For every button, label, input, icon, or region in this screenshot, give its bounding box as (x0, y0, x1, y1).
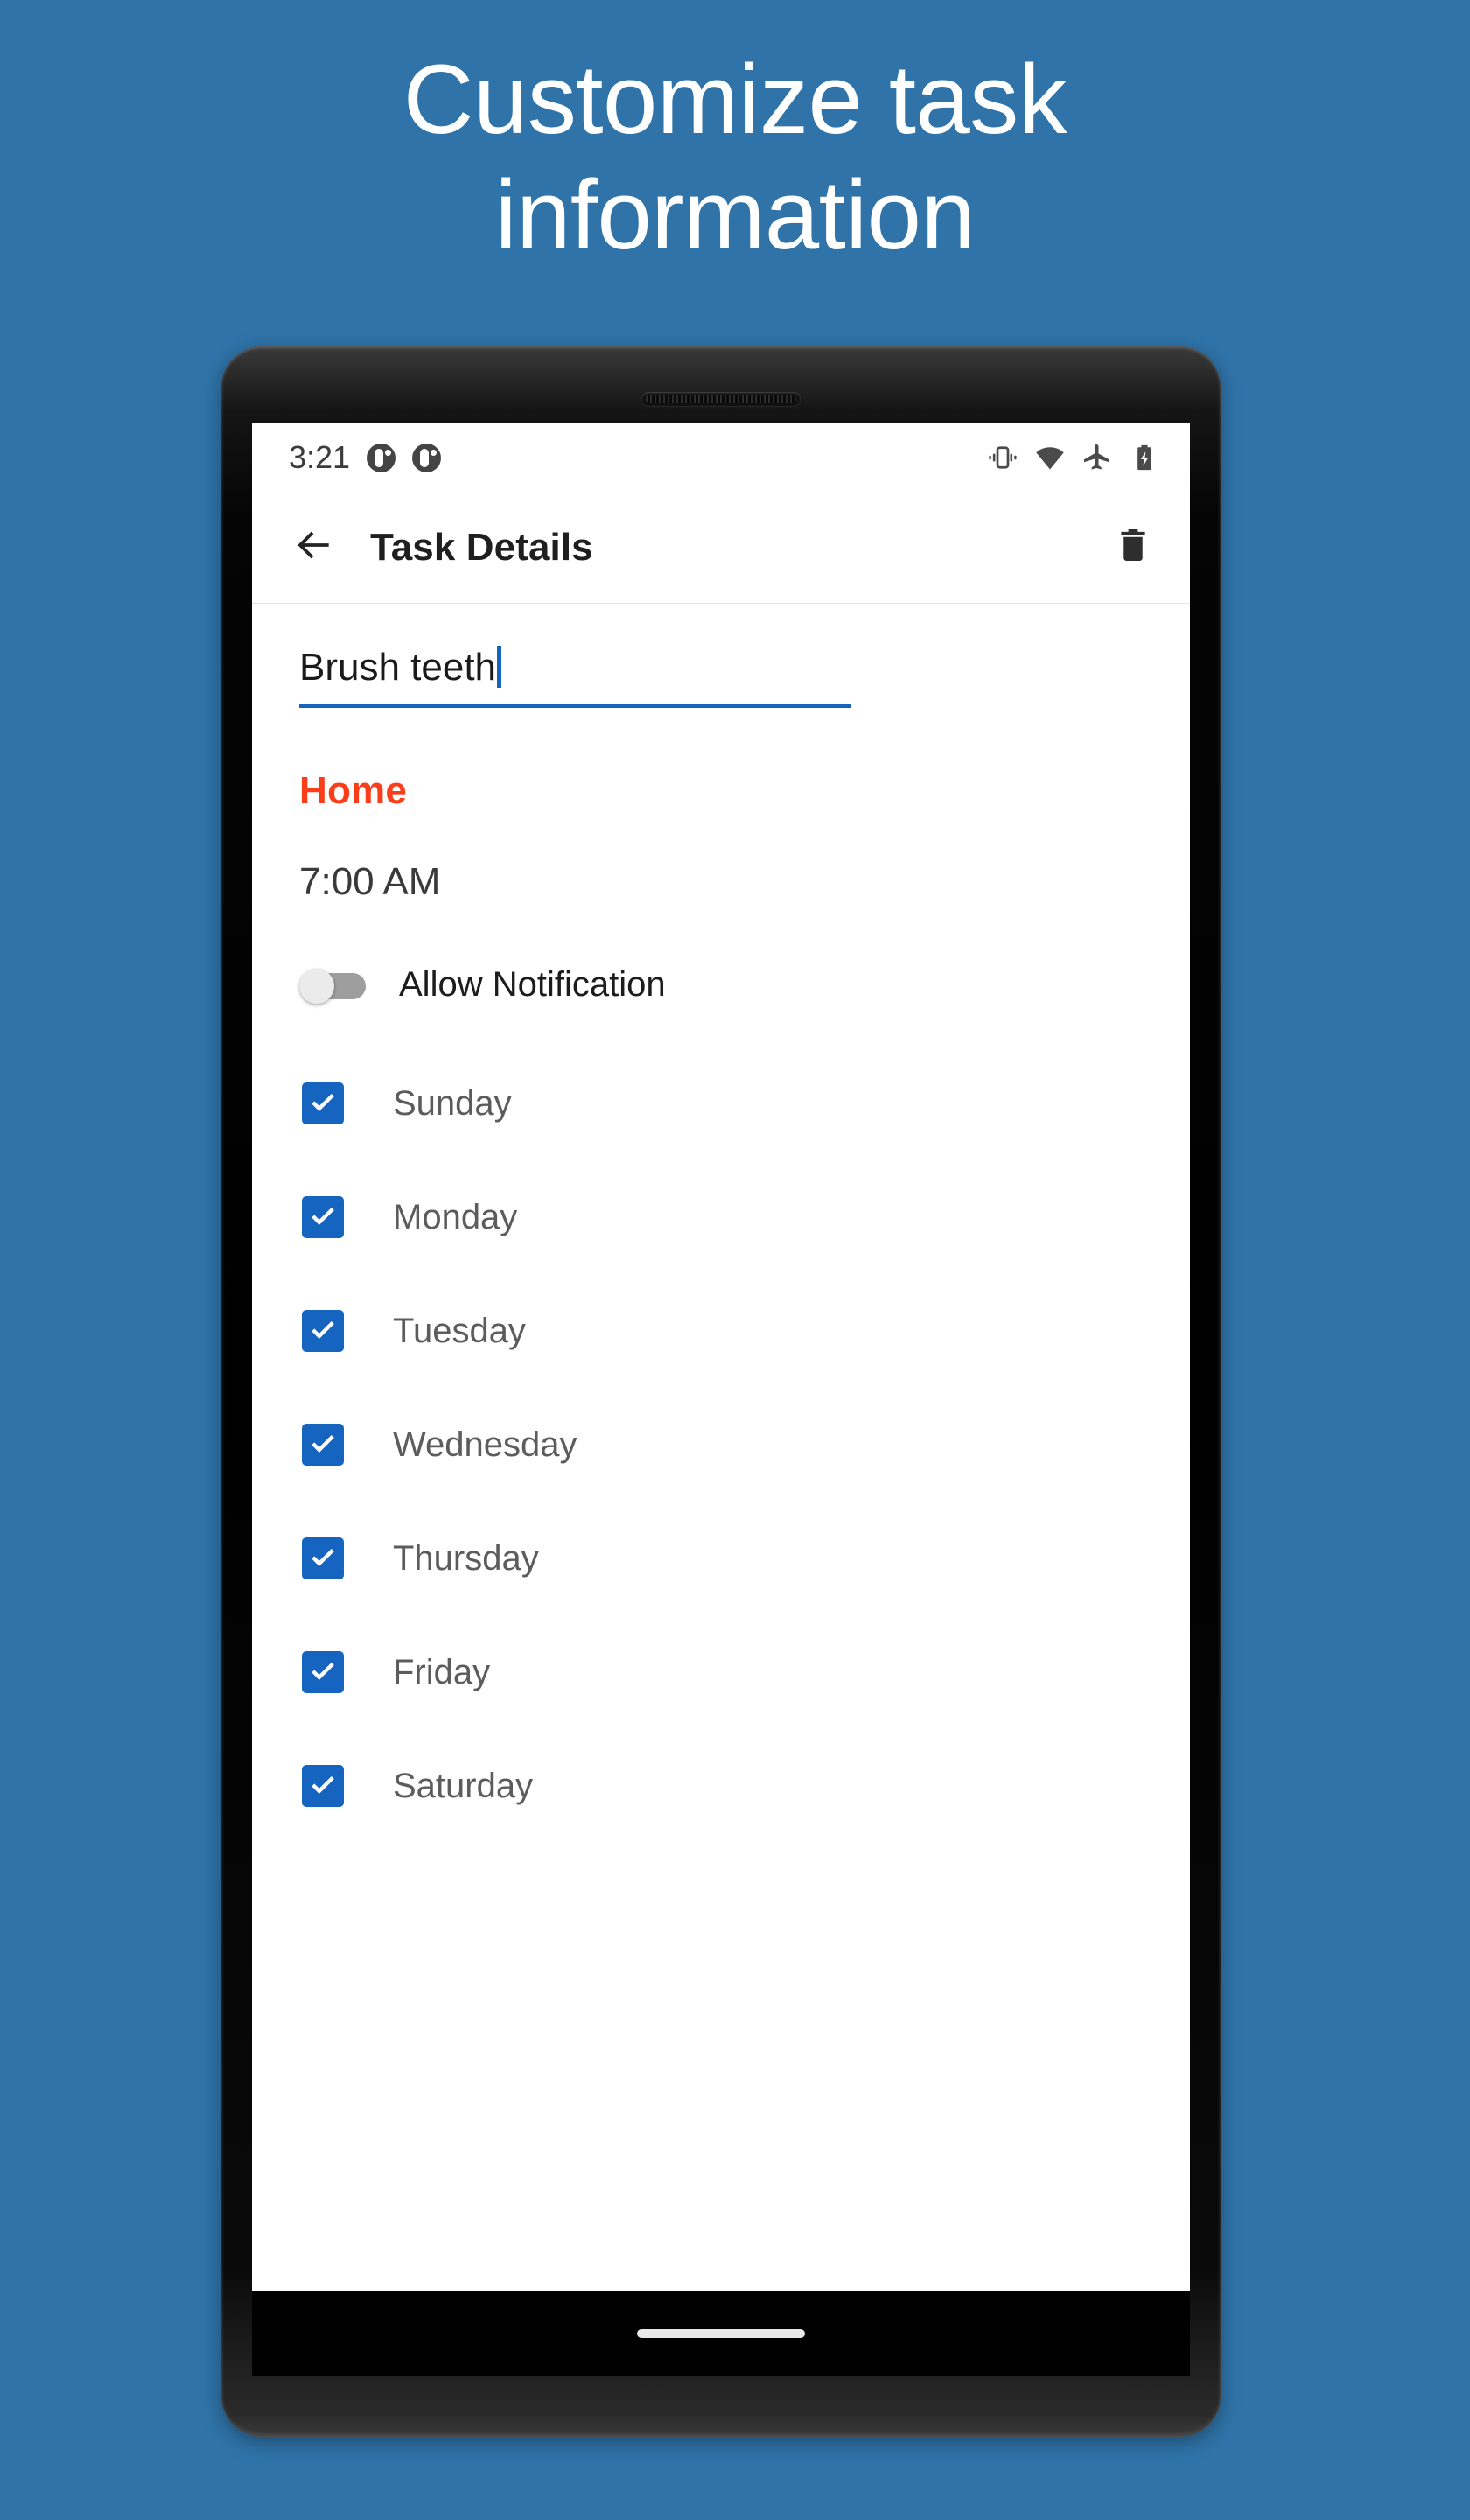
day-checkbox-thursday[interactable] (302, 1537, 344, 1579)
day-row-sunday[interactable]: Sunday (299, 1046, 1143, 1160)
status-bar-right (987, 442, 1160, 473)
allow-notification-toggle[interactable] (299, 968, 368, 1004)
day-row-monday[interactable]: Monday (299, 1160, 1143, 1274)
day-row-saturday[interactable]: Saturday (299, 1729, 1143, 1843)
status-bar-left: 3:21 (289, 439, 987, 476)
promo-headline: Customize task information (402, 45, 1068, 270)
allow-notification-row[interactable]: Allow Notification (299, 965, 1143, 1004)
check-icon (312, 1434, 334, 1453)
app-notification-icon (412, 443, 442, 472)
wifi-icon (1034, 442, 1066, 473)
task-title-input[interactable]: Brush teeth (299, 646, 496, 704)
phone-screen: 3:21 Task Details Brush teeth Home 7:00 … (252, 424, 1190, 2291)
task-time-label[interactable]: 7:00 AM (299, 860, 1143, 904)
page-title: Task Details (370, 525, 593, 569)
day-checkbox-wednesday[interactable] (302, 1424, 344, 1466)
day-checkbox-saturday[interactable] (302, 1765, 344, 1807)
task-details-content: Brush teeth Home 7:00 AM Allow Notificat… (252, 646, 1190, 1843)
airplane-mode-icon (1082, 442, 1113, 473)
check-icon (312, 1662, 334, 1681)
phone-device-frame: 3:21 Task Details Brush teeth Home 7:00 … (221, 346, 1221, 2437)
trash-icon (1113, 525, 1153, 570)
text-cursor (497, 646, 502, 688)
day-label: Saturday (393, 1766, 534, 1805)
vibrate-icon (987, 442, 1018, 473)
allow-notification-label: Allow Notification (399, 965, 666, 1004)
day-row-friday[interactable]: Friday (299, 1615, 1143, 1729)
check-icon (312, 1207, 334, 1226)
day-row-thursday[interactable]: Thursday (299, 1502, 1143, 1615)
app-notification-icon (367, 443, 396, 472)
back-arrow-icon (292, 523, 336, 571)
earpiece-speaker-grille (641, 392, 801, 406)
toggle-thumb (299, 968, 334, 1004)
check-icon (312, 1320, 334, 1340)
delete-task-button[interactable] (1106, 521, 1160, 575)
day-checkbox-tuesday[interactable] (302, 1310, 344, 1352)
day-label: Wednesday (393, 1424, 578, 1464)
check-icon (312, 1775, 334, 1795)
check-icon (312, 1548, 334, 1567)
day-label: Sunday (393, 1083, 512, 1123)
day-row-tuesday[interactable]: Tuesday (299, 1274, 1143, 1388)
day-checkbox-sunday[interactable] (302, 1082, 344, 1124)
status-bar: 3:21 (252, 424, 1190, 492)
battery-charging-icon (1129, 442, 1160, 473)
day-label: Thursday (393, 1538, 539, 1578)
task-title-field[interactable]: Brush teeth (299, 646, 850, 708)
day-label: Friday (393, 1652, 491, 1691)
task-category-label[interactable]: Home (299, 769, 1143, 813)
day-label: Tuesday (393, 1311, 526, 1350)
gesture-pill[interactable] (637, 2329, 805, 2338)
day-checkbox-friday[interactable] (302, 1651, 344, 1693)
back-button[interactable] (287, 521, 341, 575)
app-bar: Task Details (252, 492, 1190, 604)
repeat-days-list: Sunday Monday Tuesday Wednesday Thursday… (299, 1046, 1143, 1843)
status-clock: 3:21 (289, 439, 351, 475)
system-navigation-bar (252, 2291, 1190, 2376)
day-row-wednesday[interactable]: Wednesday (299, 1388, 1143, 1502)
task-title-underline (299, 704, 850, 708)
check-icon (312, 1093, 334, 1112)
day-checkbox-monday[interactable] (302, 1196, 344, 1238)
day-label: Monday (393, 1197, 518, 1236)
